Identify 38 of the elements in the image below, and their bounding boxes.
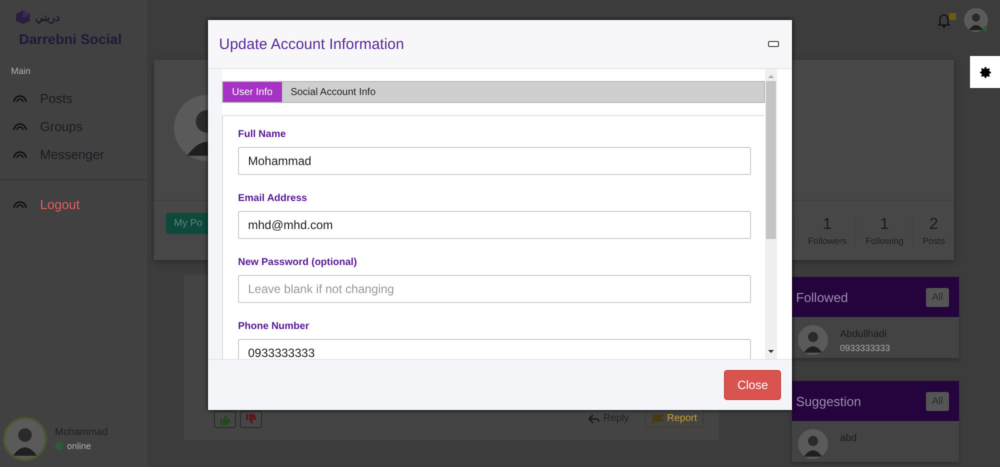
thumbs-up-icon bbox=[219, 414, 231, 425]
field-label: New Password (optional) bbox=[238, 257, 358, 268]
wifi-icon bbox=[13, 149, 27, 159]
bell-icon[interactable] bbox=[936, 12, 956, 28]
card-title: Followed bbox=[796, 290, 848, 304]
wifi-icon bbox=[13, 121, 27, 131]
tab[interactable]: Social Account Info bbox=[282, 82, 385, 102]
status-dot bbox=[55, 442, 63, 450]
input-field[interactable]: mhd@mhd.com bbox=[238, 211, 751, 239]
tab[interactable]: User Info bbox=[223, 82, 282, 102]
avatar-icon bbox=[798, 325, 828, 355]
dialog-title: Update Account Information bbox=[219, 36, 404, 52]
avatar-icon bbox=[3, 417, 47, 461]
logo-icon bbox=[14, 9, 32, 25]
input-field[interactable]: Leave blank if not changing bbox=[238, 275, 751, 303]
reply-icon bbox=[588, 414, 600, 424]
settings-icon[interactable] bbox=[980, 66, 990, 78]
avatar-icon bbox=[798, 429, 828, 459]
flag-icon bbox=[652, 414, 664, 424]
avatar-icon[interactable] bbox=[964, 8, 988, 32]
field-label: Full Name bbox=[238, 129, 287, 140]
card-title: Suggestion bbox=[796, 394, 862, 408]
input-field[interactable]: 0933333333 bbox=[238, 339, 751, 359]
close-button[interactable]: Close bbox=[724, 370, 781, 400]
field-label: Phone Number bbox=[238, 321, 310, 332]
user-phone: 0933333333 bbox=[840, 343, 890, 353]
like-button[interactable] bbox=[214, 411, 236, 428]
nav-link[interactable]: Logout bbox=[0, 190, 147, 218]
section-label: Main bbox=[10, 65, 32, 76]
wifi-icon bbox=[13, 93, 27, 103]
my-posts-button[interactable]: My Po bbox=[166, 213, 210, 234]
dislike-button[interactable] bbox=[240, 411, 262, 428]
field-label: Email Address bbox=[238, 193, 308, 204]
thumbs-down-icon bbox=[245, 414, 257, 425]
user-status: online bbox=[67, 441, 92, 451]
wifi-icon bbox=[13, 199, 27, 209]
minimize-icon[interactable] bbox=[768, 41, 779, 47]
input-field[interactable]: Mohammad bbox=[238, 147, 751, 175]
